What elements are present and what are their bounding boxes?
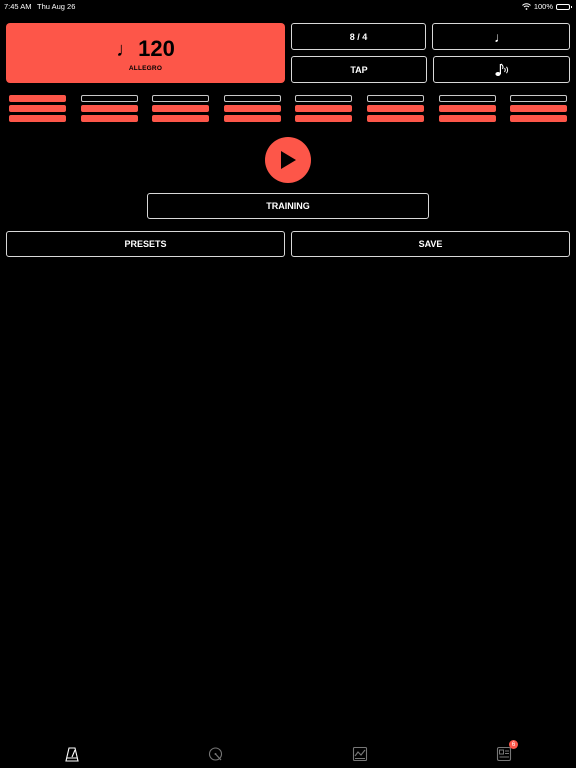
beat-level-segment: [223, 115, 281, 122]
beat-column[interactable]: [223, 94, 281, 124]
sound-button[interactable]: [433, 56, 570, 83]
beat-level-segment: [438, 95, 496, 102]
beat-level-segment: [9, 95, 66, 102]
bpm-readout: ♩120: [6, 36, 285, 62]
beat-level-segment: [223, 105, 281, 112]
beat-level-segment: [152, 105, 210, 112]
tap-button[interactable]: TAP: [291, 56, 427, 83]
beat-level-segment: [295, 105, 353, 112]
play-button[interactable]: [265, 137, 311, 183]
subdivision-button[interactable]: ♩: [432, 23, 570, 50]
beat-column[interactable]: [367, 94, 424, 124]
quarter-note-icon: ♩: [494, 28, 508, 45]
beat-level-segment: [367, 115, 424, 122]
beat-level-segment: [295, 115, 353, 122]
beat-level-segment: [80, 95, 138, 102]
beat-level-segment: [80, 115, 138, 122]
beat-column[interactable]: [295, 94, 353, 124]
beat-column[interactable]: [80, 94, 138, 124]
notification-badge: 6: [509, 740, 518, 749]
beat-column[interactable]: [438, 94, 496, 124]
sound-note-icon: [494, 63, 508, 76]
wifi-icon: [521, 3, 531, 10]
status-right: 100%: [521, 2, 572, 11]
beat-level-segment: [510, 105, 568, 112]
beat-level-segment: [9, 115, 66, 122]
practice-log-icon: [352, 746, 368, 762]
tab-library[interactable]: 6: [494, 740, 518, 764]
beat-level-segment: [152, 95, 210, 102]
tempo-marking: ALLEGRO: [128, 65, 163, 72]
presets-button[interactable]: PRESETS: [6, 231, 285, 257]
beat-level-segment: [438, 115, 496, 122]
status-bar: 7:45 AM Thu Aug 26 100%: [0, 0, 576, 12]
tempo-display[interactable]: ♩120 ALLEGRO: [6, 23, 285, 83]
tuner-icon: [208, 747, 223, 761]
status-date: Thu Aug 26: [37, 2, 76, 11]
beat-column[interactable]: [9, 94, 66, 124]
beat-level-segment: [367, 105, 424, 112]
beat-level-segment: [152, 115, 210, 122]
tab-bar: 6: [0, 740, 576, 768]
beat-level-segment: [438, 105, 496, 112]
training-button[interactable]: TRAINING: [147, 193, 429, 219]
beat-level-segment: [9, 105, 66, 112]
beat-column[interactable]: [152, 94, 210, 124]
beat-level-segment: [295, 95, 353, 102]
beat-level-segment: [223, 95, 281, 102]
beat-indicators: [0, 94, 576, 126]
tab-tuner[interactable]: [206, 744, 226, 764]
play-icon: [281, 151, 296, 169]
beat-level-segment: [367, 95, 424, 102]
status-time: 7:45 AM: [4, 2, 32, 11]
beat-level-segment: [80, 105, 138, 112]
time-signature-button[interactable]: 8 / 4: [291, 23, 426, 50]
save-button[interactable]: SAVE: [291, 231, 570, 257]
battery-percent: 100%: [533, 2, 553, 11]
metronome-icon: [65, 747, 79, 762]
beat-level-segment: [510, 95, 568, 102]
tab-practice-log[interactable]: [350, 744, 370, 764]
beat-column[interactable]: [510, 94, 568, 124]
quarter-note-icon: ♩: [116, 39, 137, 61]
tab-metronome[interactable]: [62, 744, 82, 764]
bpm-value: 120: [138, 36, 175, 61]
beat-level-segment: [510, 115, 568, 122]
library-icon: [496, 746, 512, 762]
battery-icon: [556, 3, 572, 10]
